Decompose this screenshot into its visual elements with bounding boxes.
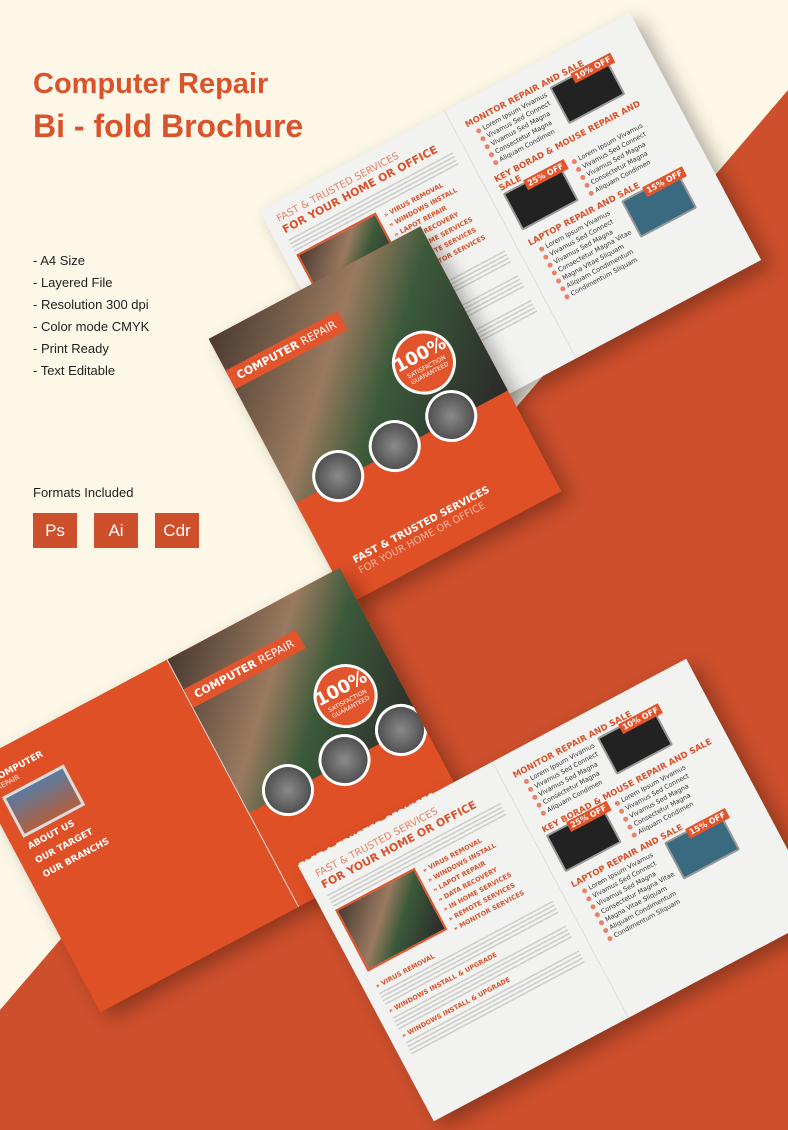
feature-item: - Color mode CMYK [33,319,150,334]
feature-item: - Print Ready [33,341,109,356]
format-badge-ai: Ai [94,513,138,548]
laptop-image: 15% OFF [664,807,741,880]
back-brand-sub: REPAIR [0,773,21,792]
formats-label: Formats Included [33,485,134,500]
page-title-line1: Computer Repair [33,68,269,100]
format-badge-cdr: Cdr [155,513,199,548]
feature-list: - A4 Size - Layered File - Resolution 30… [33,250,149,382]
laptop-image: 15% OFF [621,166,698,238]
format-badge-ps: Ps [33,513,77,548]
page-title-line2: Bi - fold Brochure [33,108,304,144]
formats-list: Ps Ai Cdr [33,513,199,548]
feature-item: - Layered File [33,275,113,290]
feature-item: - A4 Size [33,253,86,268]
feature-item: - Text Editable [33,363,116,378]
feature-item: - Resolution 300 dpi [33,297,149,312]
